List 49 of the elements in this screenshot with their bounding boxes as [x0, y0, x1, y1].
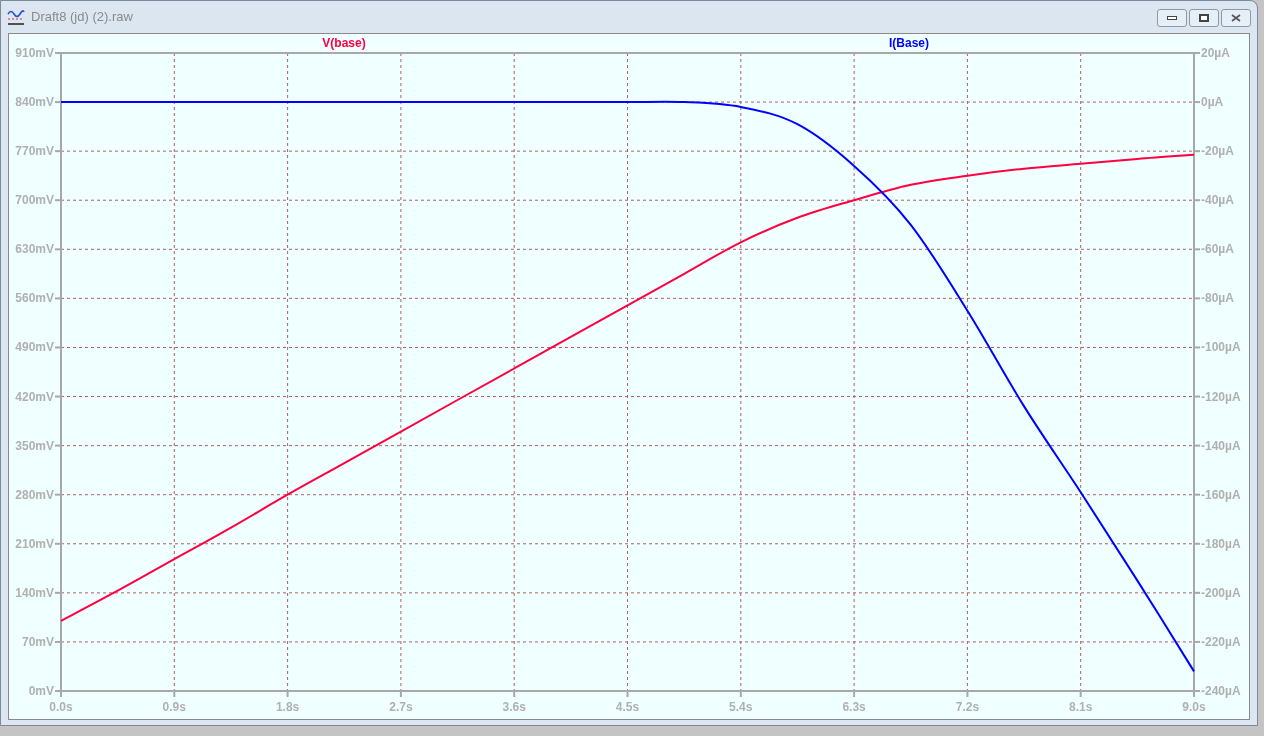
y-tick-label: 700mV [15, 193, 54, 208]
x-tick-label: 2.7s [389, 700, 413, 714]
x-tick-label: 9.0s [1182, 700, 1206, 714]
y-tick-label: -100µA [1201, 340, 1241, 355]
x-tick-label: 0.9s [162, 700, 186, 714]
y-tick-label: -180µA [1201, 536, 1241, 551]
y-tick-label: -160µA [1201, 487, 1241, 502]
y-tick-label: 490mV [15, 340, 54, 355]
x-tick-label: 3.6s [502, 700, 526, 714]
y-tick-label: -60µA [1201, 242, 1234, 257]
y-tick-label: -20µA [1201, 144, 1234, 159]
y-tick-label: 140mV [15, 585, 54, 600]
minimize-button[interactable] [1157, 9, 1187, 27]
x-tick-label: 8.1s [1069, 700, 1093, 714]
y-tick-label: 20µA [1201, 46, 1230, 60]
y-tick-label: 0µA [1201, 95, 1224, 110]
restore-icon [1199, 14, 1209, 22]
y-tick-label: 840mV [15, 95, 54, 110]
y-tick-label: 0mV [28, 684, 54, 698]
x-tick-label: 7.2s [955, 700, 980, 714]
y-tick-label: -140µA [1201, 438, 1241, 453]
y-tick-label: 560mV [15, 291, 54, 306]
x-tick-label: 0.0s [49, 700, 73, 714]
y-tick-label: -40µA [1201, 193, 1234, 208]
x-tick-label: 4.5s [615, 700, 640, 714]
y-tick-label: 70mV [21, 634, 54, 649]
y-tick-label: 210mV [15, 536, 54, 551]
trace-label[interactable]: I(Base) [889, 36, 929, 50]
y-tick-label: 350mV [15, 438, 54, 453]
y-tick-label: 280mV [15, 487, 54, 502]
y-tick-label: -200µA [1201, 585, 1241, 600]
x-tick-label: 5.4s [729, 700, 753, 714]
waveform-app-icon [7, 8, 25, 26]
y-tick-label: -220µA [1201, 634, 1241, 649]
close-button[interactable] [1221, 9, 1251, 27]
y-tick-label: 420mV [15, 389, 54, 404]
x-tick-label: 1.8s [275, 700, 300, 714]
close-icon [1231, 14, 1241, 22]
y-tick-label: 910mV [15, 46, 54, 60]
minimize-icon [1167, 16, 1177, 20]
x-tick-label: 6.3s [842, 700, 866, 714]
y-tick-label: 770mV [15, 144, 54, 159]
trace-label[interactable]: V(base) [322, 36, 366, 50]
y-tick-label: 630mV [15, 242, 54, 257]
y-tick-label: -120µA [1201, 389, 1241, 404]
y-tick-label: -80µA [1201, 291, 1234, 306]
y-tick-label: -240µA [1201, 684, 1241, 698]
maximize-button[interactable] [1189, 9, 1219, 27]
window-title: Draft8 (jd) (2).raw [31, 8, 133, 27]
